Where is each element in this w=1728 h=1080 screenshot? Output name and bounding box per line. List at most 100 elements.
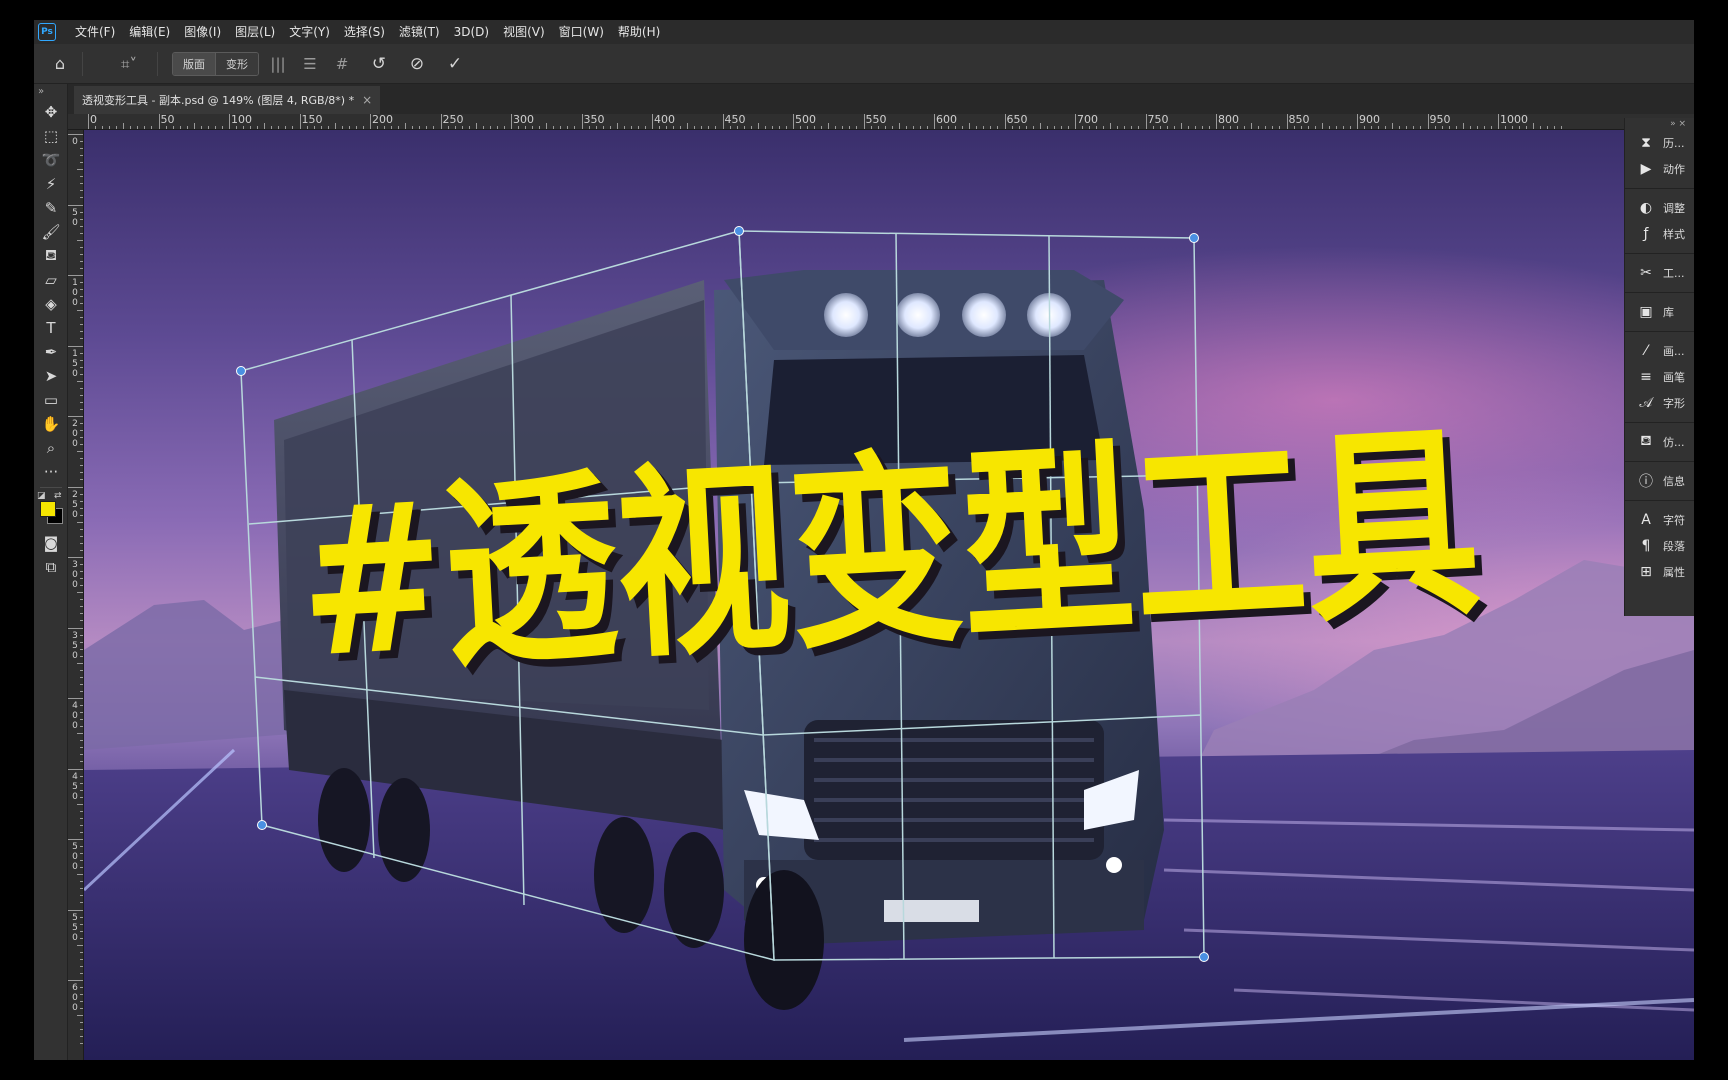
ruler-minor-tick bbox=[955, 126, 957, 129]
ruler-minor-tick bbox=[1124, 126, 1126, 129]
ruler-minor-tick bbox=[1110, 123, 1112, 129]
panel-clone-source[interactable]: ⛾ 仿... bbox=[1625, 429, 1694, 455]
menu-image[interactable]: 图像(I) bbox=[177, 20, 228, 44]
trailer-wheel bbox=[378, 778, 430, 882]
panel-divider bbox=[1625, 331, 1694, 332]
ruler-minor-tick bbox=[264, 123, 266, 129]
lasso-tool-icon[interactable]: ➰ bbox=[34, 148, 68, 172]
ruler-minor-tick bbox=[489, 126, 491, 129]
ruler-minor-tick bbox=[1039, 123, 1041, 129]
move-tool-icon[interactable]: ✥ bbox=[34, 100, 68, 124]
menu-window[interactable]: 窗口(W) bbox=[552, 20, 611, 44]
panel-actions[interactable]: ▶ 动作 bbox=[1625, 156, 1694, 182]
ruler-minor-tick bbox=[1032, 126, 1034, 129]
ruler-minor-tick bbox=[80, 507, 83, 509]
ruler-label: 500 bbox=[795, 114, 816, 126]
quick-mask-icon[interactable]: ◙ bbox=[34, 531, 68, 555]
eraser-icon[interactable]: ▱ bbox=[34, 268, 68, 292]
ruler-minor-tick bbox=[80, 972, 83, 974]
grid-straighten-icon[interactable]: # bbox=[329, 51, 355, 77]
panel-libraries[interactable]: ▣ 库 bbox=[1625, 299, 1694, 325]
dock-collapse-icon[interactable]: » bbox=[1670, 119, 1676, 129]
panel-styles[interactable]: ƒ 样式 bbox=[1625, 221, 1694, 247]
close-icon[interactable]: × bbox=[362, 93, 372, 107]
canvas[interactable]: #透视变型工具 #透视变型工具 bbox=[84, 130, 1694, 1060]
zoom-tool-icon[interactable]: ⌕ bbox=[34, 436, 68, 460]
rectangle-tool-icon[interactable]: ▭ bbox=[34, 388, 68, 412]
ruler-minor-tick bbox=[800, 126, 802, 129]
ruler-minor-tick bbox=[1180, 123, 1182, 129]
menu-view[interactable]: 视图(V) bbox=[496, 20, 552, 44]
default-colors-icon[interactable]: ◪ bbox=[37, 491, 46, 501]
panel-properties[interactable]: ⊞ 属性 bbox=[1625, 559, 1694, 585]
commit-icon[interactable]: ✓ bbox=[441, 50, 469, 78]
toolbar-collapse-icon[interactable]: » bbox=[34, 84, 67, 100]
menu-help[interactable]: 帮助(H) bbox=[611, 20, 667, 44]
ruler-minor-tick bbox=[1230, 126, 1232, 129]
foreground-color-swatch[interactable] bbox=[40, 501, 56, 517]
more-tools-icon[interactable]: ··· bbox=[34, 460, 68, 484]
ruler-tick bbox=[581, 114, 583, 129]
document-tab[interactable]: 透视变形工具 - 副本.psd @ 149% (图层 4, RGB/8*) * … bbox=[74, 86, 381, 114]
perspective-warp-icon[interactable]: ⌗˅ bbox=[109, 50, 149, 78]
ruler-minor-tick bbox=[384, 126, 386, 129]
ruler-minor-tick bbox=[80, 775, 83, 777]
ruler-minor-tick bbox=[80, 437, 83, 439]
ruler-minor-tick bbox=[1208, 126, 1210, 129]
reset-icon[interactable]: ↺ bbox=[365, 50, 393, 78]
ruler-minor-tick bbox=[1413, 126, 1415, 129]
ruler-minor-tick bbox=[80, 1008, 83, 1010]
panel-paragraph[interactable]: ¶ 段落 bbox=[1625, 533, 1694, 559]
ruler-label: 400 bbox=[72, 701, 78, 731]
ruler-minor-tick bbox=[1166, 126, 1168, 129]
ruler-minor-tick bbox=[80, 648, 83, 650]
panel-brush-settings[interactable]: ⁄ 画... bbox=[1625, 338, 1694, 364]
menu-layer[interactable]: 图层(L) bbox=[228, 20, 282, 44]
ruler-minor-tick bbox=[1279, 126, 1281, 129]
ruler-minor-tick bbox=[80, 366, 83, 368]
menu-select[interactable]: 选择(S) bbox=[337, 20, 392, 44]
menu-type[interactable]: 文字(Y) bbox=[282, 20, 337, 44]
panel-history[interactable]: ⧗ 历... bbox=[1625, 130, 1694, 156]
menu-edit[interactable]: 编辑(E) bbox=[122, 20, 177, 44]
path-select-icon[interactable]: ➤ bbox=[34, 364, 68, 388]
ruler-minor-tick bbox=[475, 123, 477, 129]
type-tool-icon[interactable]: T bbox=[34, 316, 68, 340]
eyedropper-icon[interactable]: ✎ bbox=[34, 196, 68, 220]
clone-stamp-icon[interactable]: ⛾ bbox=[34, 244, 68, 268]
home-icon[interactable]: ⌂ bbox=[46, 50, 74, 78]
ruler-minor-tick bbox=[80, 141, 83, 143]
pen-tool-icon[interactable]: ✒ bbox=[34, 340, 68, 364]
marquee-tool-icon[interactable]: ⬚ bbox=[34, 124, 68, 148]
panel-adjustments[interactable]: ◐ 调整 bbox=[1625, 195, 1694, 221]
menu-file[interactable]: 文件(F) bbox=[68, 20, 122, 44]
swap-colors-icon[interactable]: ⇄ bbox=[54, 491, 62, 501]
screen-mode-icon[interactable]: ⧉ bbox=[34, 555, 68, 579]
horizontal-straighten-icon[interactable]: ☰ bbox=[297, 51, 323, 77]
ruler-minor-tick bbox=[214, 126, 216, 129]
warp-mode-button[interactable]: 变形 bbox=[215, 52, 258, 75]
ruler-minor-tick bbox=[80, 479, 83, 481]
ruler-tick bbox=[1427, 114, 1429, 129]
ruler-minor-tick bbox=[687, 123, 689, 129]
panel-character[interactable]: A 字符 bbox=[1625, 507, 1694, 533]
menu-filter[interactable]: 滤镜(T) bbox=[392, 20, 447, 44]
ruler-minor-tick bbox=[80, 493, 83, 495]
panel-brushes[interactable]: ≡ 画笔 bbox=[1625, 364, 1694, 390]
magic-wand-icon[interactable]: ⚡ bbox=[34, 172, 68, 196]
ruler-minor-tick bbox=[1089, 126, 1091, 129]
hand-tool-icon[interactable]: ✋ bbox=[34, 412, 68, 436]
cancel-icon[interactable]: ⊘ bbox=[403, 50, 431, 78]
layout-mode-button[interactable]: 版面 bbox=[173, 52, 215, 75]
menu-3d[interactable]: 3D(D) bbox=[447, 20, 496, 44]
dock-close-icon[interactable]: × bbox=[1678, 119, 1686, 129]
ruler-tick bbox=[229, 114, 230, 129]
panel-info[interactable]: ⓘ 信息 bbox=[1625, 468, 1694, 494]
paint-bucket-icon[interactable]: ◈ bbox=[34, 292, 68, 316]
panel-glyphs[interactable]: 𝒜 字形 bbox=[1625, 390, 1694, 416]
vertical-straighten-icon[interactable]: ||| bbox=[265, 51, 291, 77]
panel-tools[interactable]: ✂ 工... bbox=[1625, 260, 1694, 286]
ruler-tick bbox=[934, 114, 935, 129]
brush-icon[interactable]: 🖌 bbox=[34, 220, 68, 244]
ruler-minor-tick bbox=[377, 126, 379, 129]
